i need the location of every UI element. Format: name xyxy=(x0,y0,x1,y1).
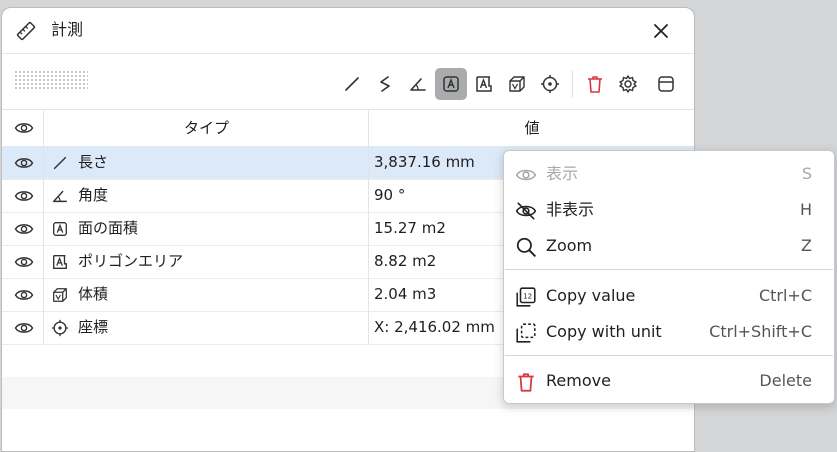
coordinate-tool-button[interactable] xyxy=(534,68,566,100)
visibility-toggle[interactable] xyxy=(14,187,34,209)
volume-icon xyxy=(509,76,525,92)
menu-item-shortcut: Z xyxy=(801,236,812,255)
toolbar-separator xyxy=(572,71,573,97)
close-icon xyxy=(654,24,668,38)
ruler-icon xyxy=(16,21,36,41)
length-tool-button[interactable] xyxy=(336,68,368,100)
eye-off-icon xyxy=(515,200,537,222)
window-title: 計測 xyxy=(51,20,84,39)
panel-toggle-button[interactable] xyxy=(650,68,682,100)
type-cell[interactable]: 体積 xyxy=(43,278,369,311)
type-label: 座標 xyxy=(78,318,109,336)
value-label: 8.82 m2 xyxy=(374,252,437,270)
gear-icon xyxy=(619,75,637,93)
length-icon xyxy=(51,154,69,172)
area-icon xyxy=(443,76,459,92)
copy-value-icon: 12 xyxy=(515,286,537,308)
menu-item-copy-value[interactable]: 12 Copy value Ctrl+C xyxy=(504,279,834,313)
menu-item-show[interactable]: 表示 S xyxy=(504,157,834,191)
context-menu: 表示 S 非表示 H Zoom Z 12 Copy value Ctrl+C C… xyxy=(503,150,835,404)
menu-item-label: 非表示 xyxy=(546,200,595,219)
eye-icon xyxy=(14,191,34,201)
area-icon xyxy=(51,220,69,238)
trash-icon xyxy=(515,371,537,393)
eye-icon xyxy=(14,123,34,133)
table-header: タイプ 値 xyxy=(2,109,694,147)
visibility-toggle[interactable] xyxy=(14,154,34,176)
menu-item-remove[interactable]: Remove Delete xyxy=(504,364,834,398)
menu-item-label: 表示 xyxy=(546,164,579,183)
coordinate-icon xyxy=(51,319,69,337)
close-button[interactable] xyxy=(649,19,673,43)
menu-item-zoom[interactable]: Zoom Z xyxy=(504,229,834,263)
type-label: 体積 xyxy=(78,285,109,303)
polyline-icon xyxy=(380,76,390,92)
visibility-toggle[interactable] xyxy=(14,253,34,275)
menu-item-label: Zoom xyxy=(546,236,593,255)
visibility-toggle[interactable] xyxy=(14,319,34,341)
visibility-toggle[interactable] xyxy=(14,220,34,242)
type-label: 角度 xyxy=(78,186,109,204)
length-icon xyxy=(345,77,359,91)
value-label: 2.04 m3 xyxy=(374,285,437,303)
title-separator xyxy=(2,53,694,54)
type-cell[interactable]: 角度 xyxy=(43,179,369,212)
eye-icon xyxy=(14,158,34,168)
visibility-toggle[interactable] xyxy=(14,286,34,308)
visibility-column-header[interactable] xyxy=(14,119,34,141)
menu-item-shortcut: Delete xyxy=(759,371,812,390)
polygon-area-icon xyxy=(51,253,69,271)
eye-icon xyxy=(14,290,34,300)
polygon-area-tool-button[interactable] xyxy=(468,68,500,100)
value-column-header[interactable]: 値 xyxy=(368,110,694,146)
polyline-tool-button[interactable] xyxy=(369,68,401,100)
type-column-header[interactable]: タイプ xyxy=(43,110,369,146)
value-label: 90 ° xyxy=(374,186,406,204)
menu-item-shortcut: S xyxy=(801,164,812,183)
menu-item-copy-with-unit[interactable]: Copy with unit Ctrl+Shift+C xyxy=(504,315,834,349)
eye-icon xyxy=(14,257,34,267)
eye-icon xyxy=(14,323,34,333)
eye-icon xyxy=(515,164,537,186)
drag-handle[interactable] xyxy=(14,70,88,90)
menu-item-label: Remove xyxy=(546,371,611,390)
delete-tool-button[interactable] xyxy=(579,68,611,100)
value-label: 15.27 m2 xyxy=(374,219,446,237)
menu-item-shortcut: H xyxy=(799,200,812,219)
value-label: 3,837.16 mm xyxy=(374,153,475,171)
type-cell[interactable]: 面の面積 xyxy=(43,212,369,245)
type-label: 長さ xyxy=(78,153,109,171)
type-cell[interactable]: 長さ xyxy=(43,146,369,179)
menu-item-label: Copy value xyxy=(546,286,636,305)
type-label: 面の面積 xyxy=(78,219,139,237)
trash-icon xyxy=(588,76,602,93)
angle-tool-button[interactable] xyxy=(402,68,434,100)
angle-icon xyxy=(410,78,426,91)
menu-item-shortcut: Ctrl+Shift+C xyxy=(709,322,812,341)
type-label: ポリゴンエリア xyxy=(78,252,184,270)
panel-icon xyxy=(658,76,674,92)
polygon-area-icon xyxy=(476,76,492,92)
menu-item-hide[interactable]: 非表示 H xyxy=(504,193,834,227)
menu-separator xyxy=(505,269,833,270)
angle-icon xyxy=(51,187,69,205)
copy-unit-icon xyxy=(515,322,537,344)
volume-tool-button[interactable] xyxy=(501,68,533,100)
search-icon xyxy=(515,236,537,258)
menu-item-shortcut: Ctrl+C xyxy=(758,286,812,305)
eye-icon xyxy=(14,224,34,234)
value-label: X: 2,416.02 mm xyxy=(374,318,495,336)
menu-item-label: Copy with unit xyxy=(546,322,662,341)
type-cell[interactable]: ポリゴンエリア xyxy=(43,245,369,278)
type-cell[interactable]: 座標 xyxy=(43,311,369,344)
face-area-tool-button[interactable] xyxy=(435,68,467,100)
volume-icon xyxy=(51,286,69,304)
title-bar: 計測 xyxy=(2,8,694,54)
svg-text:12: 12 xyxy=(523,292,532,301)
settings-tool-button[interactable] xyxy=(612,68,644,100)
menu-separator xyxy=(505,355,833,356)
coordinate-icon xyxy=(541,75,559,93)
